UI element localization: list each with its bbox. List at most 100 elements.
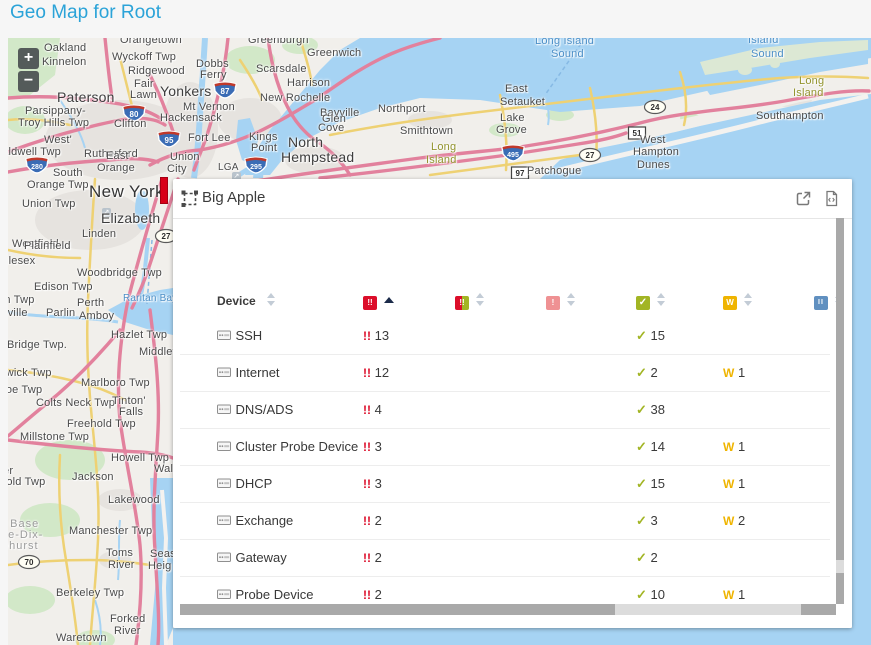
device-name[interactable]: Cluster Probe Device	[235, 439, 358, 454]
device-name[interactable]: Gateway	[235, 550, 286, 565]
map-label: New Rochelle	[260, 92, 330, 104]
map-label: Waretown	[56, 632, 107, 644]
sort-up-icon	[567, 293, 575, 298]
device-icon	[217, 330, 231, 341]
sort-up-icon	[476, 293, 484, 298]
table-row[interactable]: Exchange!! 2✓ 3W 2	[180, 503, 830, 540]
map-label: Old Bridge Twp.	[8, 339, 67, 351]
open-external-icon[interactable]	[795, 190, 812, 207]
map-label: Heig	[148, 560, 171, 572]
device-icon	[217, 441, 231, 452]
map-label: Hazlet Twp	[111, 329, 167, 341]
up-count-cell: ✓ 10	[636, 577, 665, 604]
page-title: Geo Map for Root	[10, 2, 161, 24]
map-label: Smithtown	[400, 125, 453, 137]
up-glyph: ✓	[636, 587, 647, 602]
map-label: Long Island	[535, 38, 594, 47]
embed-code-icon[interactable]	[823, 190, 840, 207]
device-name[interactable]: Internet	[235, 365, 279, 380]
map-label: Island	[793, 87, 824, 99]
map-label: Forked	[110, 613, 145, 625]
map-label: Linden	[82, 228, 116, 240]
map-label: Patchogue	[527, 165, 581, 177]
map-label: Greenwich	[307, 47, 361, 59]
map-zoom-in-button[interactable]: +	[18, 48, 39, 69]
map-label: Northport	[378, 103, 426, 115]
device-name[interactable]: DHCP	[235, 476, 272, 491]
group-popup: Big Apple Device!!!!!✓WII SSH!! 13✓ 15 I…	[173, 179, 852, 628]
map-label: Grove	[496, 124, 527, 136]
table-row[interactable]: DHCP!! 3✓ 15W 1	[180, 466, 830, 503]
table-row[interactable]: Internet!! 12✓ 2W 1	[180, 355, 830, 392]
vertical-scrollbar-track[interactable]	[836, 560, 844, 573]
map-label: Fort Lee	[188, 132, 231, 144]
map-label: New York	[89, 182, 164, 202]
map-label: Orangetown	[120, 38, 182, 46]
map-label: Scarsdale	[256, 63, 307, 75]
device-name[interactable]: DNS/ADS	[235, 402, 293, 417]
map-label: Millstone Twp	[20, 431, 89, 443]
geo-marker-big-apple[interactable]	[160, 177, 168, 204]
down-count: 2	[371, 513, 382, 528]
warning-count: 1	[734, 365, 745, 380]
up-glyph: ✓	[636, 513, 647, 528]
horizontal-scrollbar-end[interactable]	[801, 604, 836, 615]
down-glyph: !!	[363, 588, 371, 602]
map-label: City	[167, 163, 187, 175]
up-glyph: ✓	[636, 476, 647, 491]
down-count-cell: !! 2	[363, 540, 382, 576]
up-count: 2	[647, 550, 658, 565]
device-table-header: Device!!!!!✓WII	[180, 287, 830, 315]
device-column-header[interactable]: Device	[217, 287, 256, 315]
sort-down-icon	[567, 301, 575, 306]
warning-glyph: W	[723, 440, 734, 454]
device-cell: Cluster Probe Device	[217, 429, 358, 465]
up-count-cell: ✓ 14	[636, 429, 665, 465]
group-marquee-icon	[181, 190, 199, 208]
table-row[interactable]: SSH!! 13✓ 15	[180, 318, 830, 355]
horizontal-scrollbar-track[interactable]	[615, 604, 801, 615]
map-label: Long	[431, 141, 456, 153]
horizontal-scrollbar-thumb[interactable]	[180, 604, 615, 615]
map-label: Caldwell Twp	[8, 146, 61, 158]
map-label: Colts Neck Twp	[36, 397, 115, 409]
map-label: ehurst	[8, 540, 39, 552]
vertical-scrollbar-thumb[interactable]	[836, 218, 844, 560]
down-status-icon: !!	[363, 296, 377, 310]
down-count: 3	[371, 439, 382, 454]
down-count: 2	[371, 550, 382, 565]
table-row[interactable]: Probe Device!! 2✓ 10W 1	[180, 577, 830, 604]
down-count: 2	[371, 587, 382, 602]
map-label: River	[114, 625, 141, 637]
map-label: Jackson	[72, 471, 114, 483]
table-row[interactable]: Cluster Probe Device!! 3✓ 14W 1	[180, 429, 830, 466]
up-count-cell: ✓ 3	[636, 503, 658, 539]
device-name[interactable]: Exchange	[235, 513, 293, 528]
map-label: Lakewood	[108, 494, 160, 506]
map-label: Franklin Twp	[8, 294, 35, 306]
map-label: Cove	[318, 122, 344, 134]
table-row[interactable]: DNS/ADS!! 4✓ 38	[180, 392, 830, 429]
map-label: Toms	[106, 547, 133, 559]
map-label: East	[505, 83, 528, 95]
table-row[interactable]: Gateway!! 2✓ 2	[180, 540, 830, 577]
up-count: 38	[647, 402, 665, 417]
map-label: Hampton	[633, 146, 679, 158]
map-zoom-out-button[interactable]: −	[18, 71, 39, 92]
popup-header: Big Apple	[173, 179, 852, 219]
down-acknowledged-status-icon: !	[546, 296, 560, 310]
sort-up-icon	[744, 293, 752, 298]
device-name[interactable]: SSH	[235, 328, 262, 343]
map-label: Island	[748, 38, 779, 46]
device-name[interactable]: Probe Device	[235, 587, 313, 602]
map-label: Elizabeth	[101, 210, 160, 226]
map-label: Orange	[97, 162, 135, 174]
device-cell: SSH	[217, 318, 262, 354]
map-label: Falls	[119, 406, 143, 418]
map-label: Plainfield	[24, 240, 71, 252]
down-glyph: !!	[363, 551, 371, 565]
vertical-scrollbar-end[interactable]	[836, 573, 844, 604]
paused-status-icon: II	[814, 296, 828, 310]
device-icon	[217, 515, 231, 526]
down-glyph: !!	[363, 366, 371, 380]
